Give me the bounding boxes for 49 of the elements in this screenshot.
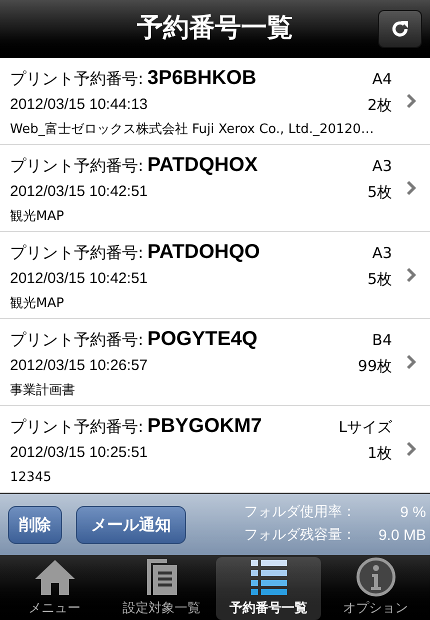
stat-value: 9.0 MB <box>377 526 426 546</box>
chevron-icon <box>406 180 416 196</box>
reservation-datetime: 2012/03/15 10:42:51 <box>10 268 148 288</box>
tab-item[interactable]: 予約番号一覧 <box>216 557 321 620</box>
document-name: 事業計画書 <box>10 382 76 400</box>
document-name: 12345 <box>10 469 52 487</box>
chevron-icon <box>406 267 416 283</box>
paper-size: B4 <box>372 330 393 350</box>
list-icon <box>248 557 288 597</box>
copy-count: 1枚 <box>367 442 393 464</box>
copy-count: 2枚 <box>367 94 393 116</box>
delete-button[interactable]: 削除 <box>8 506 62 544</box>
reservation-code: POGYTE4Q <box>147 326 258 352</box>
refresh-button[interactable] <box>378 10 422 48</box>
reservation-datetime: 2012/03/15 10:25:51 <box>10 442 148 462</box>
stat-label: フォルダ使用率： <box>244 503 356 522</box>
reservation-code: PATDOHQO <box>147 240 260 264</box>
reservation-label: プリント予約番号: <box>10 242 144 264</box>
reservation-code: PATDQHOX <box>147 152 258 178</box>
paper-size: A4 <box>372 68 393 90</box>
paper-size: Lサイズ <box>338 416 393 438</box>
copy-count: 5枚 <box>367 182 393 202</box>
tab-item[interactable]: オプション <box>323 557 428 620</box>
paper-size: A3 <box>372 242 393 264</box>
reservation-label: プリント予約番号: <box>10 154 144 176</box>
reservation-label: プリント予約番号: <box>10 328 144 350</box>
reservation-label: プリント予約番号: <box>10 416 144 438</box>
paper-size: A3 <box>372 156 393 176</box>
chevron-icon <box>406 93 416 109</box>
stat-value: 9 % <box>399 503 426 523</box>
reservation-datetime: 2012/03/15 10:26:57 <box>10 356 148 376</box>
chevron-icon <box>406 441 416 457</box>
tab-item[interactable]: 設定対象一覧 <box>109 557 214 620</box>
reservation-code: PBYGOKM7 <box>147 414 262 438</box>
nav-title: 予約番号一覧 <box>137 12 293 45</box>
tab-item[interactable]: メニュー <box>2 557 107 620</box>
reservation-code: 3P6BHKOB <box>147 66 256 90</box>
chevron-icon <box>406 354 416 370</box>
info-icon <box>356 557 396 597</box>
copy-count: 99枚 <box>358 356 393 376</box>
document-name: 観光MAP <box>10 208 65 226</box>
mail-notify-button[interactable]: メール通知 <box>76 506 186 544</box>
reservation-datetime: 2012/03/15 10:42:51 <box>10 182 148 202</box>
stat-label: フォルダ残容量： <box>244 526 356 544</box>
copy-count: 5枚 <box>367 268 393 290</box>
document-name: 観光MAP <box>10 295 65 313</box>
document-name: Web_富士ゼロックス株式会社 Fuji Xerox Co., Ltd._20120… <box>10 121 375 139</box>
reservation-datetime: 2012/03/15 10:44:13 <box>10 94 148 114</box>
reservation-label: プリント予約番号: <box>10 68 144 90</box>
